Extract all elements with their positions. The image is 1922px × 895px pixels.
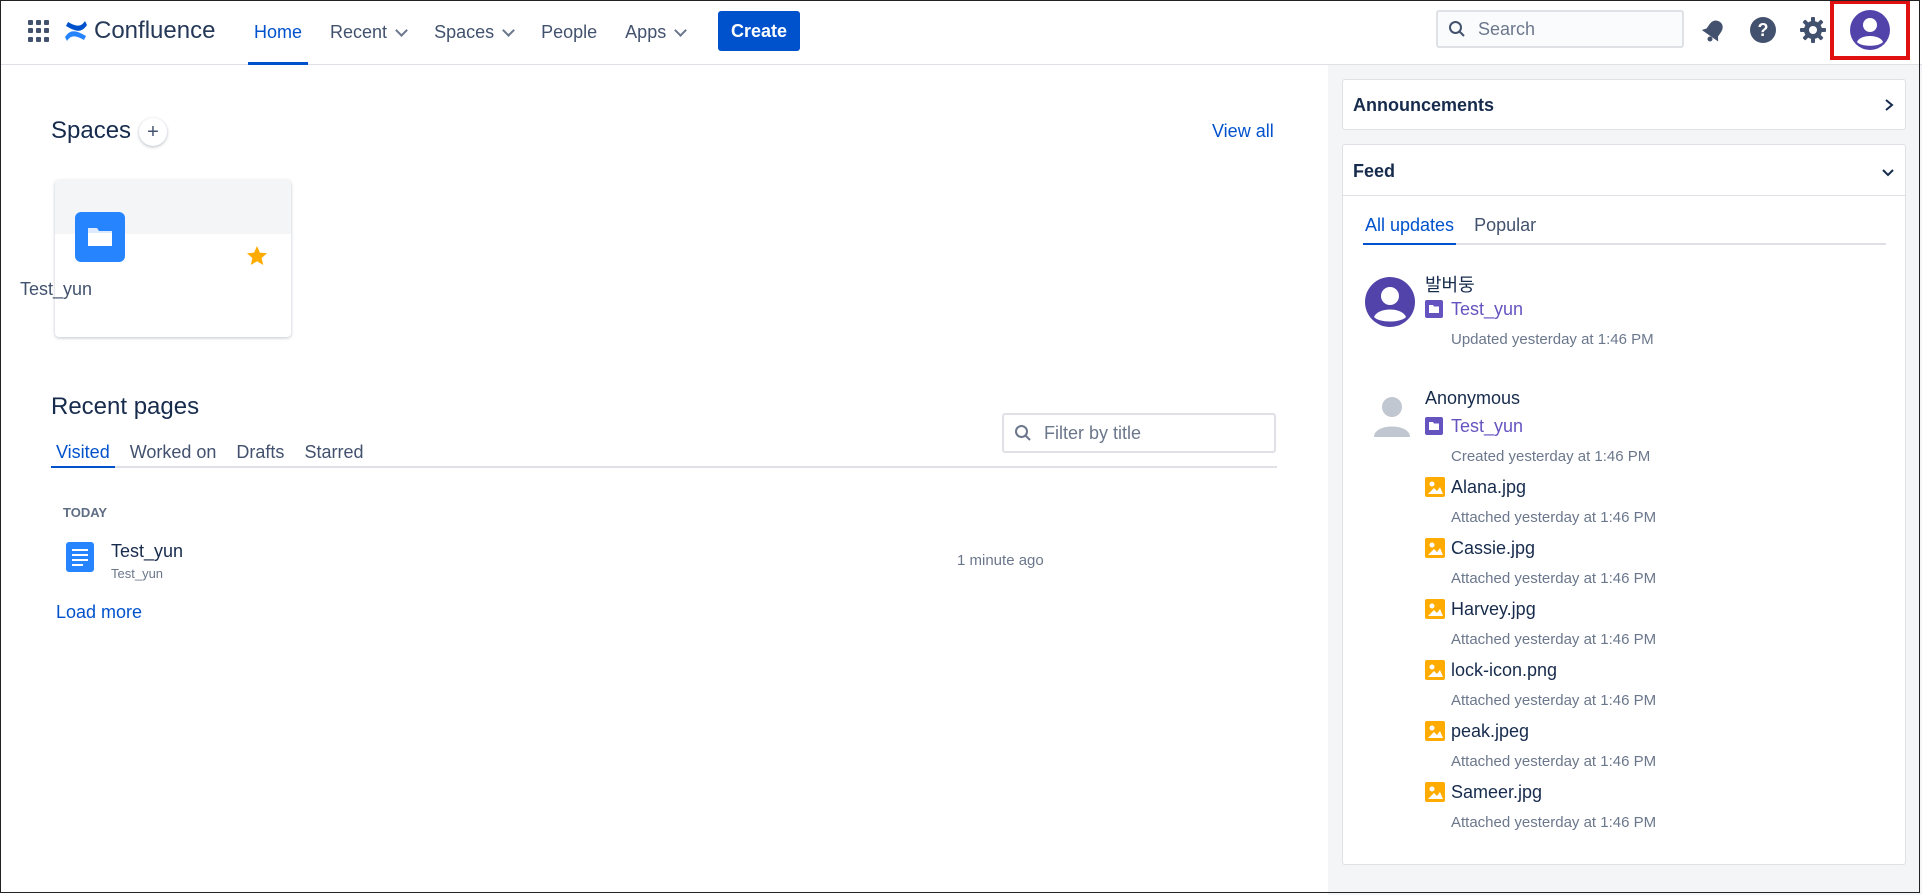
nav-apps-label: Apps [625,22,667,42]
group-label: TODAY [63,505,108,520]
nav-home-label: Home [254,22,303,42]
tab-drafts[interactable]: Drafts [231,442,289,466]
app-switcher-icon[interactable] [28,20,50,42]
right-sidebar: Announcements Feed All updates Popular 발… [1328,65,1922,895]
search-box[interactable] [1436,10,1684,48]
attachment-meta: Attached yesterday at 1:46 PM [1451,509,1657,526]
search-icon [1449,21,1465,37]
star-icon[interactable] [245,244,269,273]
feed-tabs: All updates Popular [1363,215,1886,245]
plus-icon: + [147,120,159,143]
create-button[interactable]: Create [718,11,800,51]
nav-apps[interactable]: Apps [619,0,691,65]
anonymous-user-icon [1374,397,1410,437]
attachment-item[interactable]: Cassie.jpg [1425,536,1535,560]
image-file-icon [1425,477,1445,497]
attachment-name[interactable]: peak.jpeg [1451,721,1529,742]
nav-spaces-label: Spaces [434,22,495,42]
attachment-meta: Attached yesterday at 1:46 PM [1451,753,1657,770]
primary-nav: Home Recent Spaces People Apps [248,0,707,65]
search-icon [1015,425,1031,441]
nav-spaces[interactable]: Spaces [428,0,519,65]
top-navigation: Confluence Home Recent Spaces People App… [0,0,1922,65]
main-content: Spaces + View all Test_yun Recent pages … [0,65,1328,895]
help-icon[interactable]: ? [1747,14,1779,46]
chevron-right-icon [1885,99,1894,111]
nav-recent[interactable]: Recent [324,0,412,65]
attachment-name[interactable]: lock-icon.png [1451,660,1557,681]
profile-avatar-button[interactable] [1830,0,1910,60]
attachment-meta: Attached yesterday at 1:46 PM [1451,814,1657,831]
image-file-icon [1425,599,1445,619]
feed-title: Feed [1353,161,1396,181]
recent-page-space: Test_yun [111,566,164,581]
chevron-down-icon [674,24,688,37]
tab-popular[interactable]: Popular [1472,215,1538,243]
space-card-name[interactable]: Test_yun [20,279,92,300]
attachment-meta: Attached yesterday at 1:46 PM [1451,570,1657,587]
announcements-title: Announcements [1353,95,1495,115]
nav-home[interactable]: Home [248,0,309,65]
feed-space-link[interactable]: Test_yun [1425,297,1523,321]
image-file-icon [1425,660,1445,680]
feed-user-name: Anonymous [1425,388,1521,408]
attachment-name[interactable]: Cassie.jpg [1451,538,1535,559]
recent-page-title[interactable]: Test_yun [111,541,183,562]
tab-all-updates[interactable]: All updates [1363,215,1457,245]
nav-people[interactable]: People [535,0,603,65]
recent-pages-heading: Recent pages [51,393,200,420]
feed-meta: Created yesterday at 1:46 PM [1451,448,1651,465]
chevron-down-icon[interactable] [1881,167,1895,179]
add-space-button[interactable]: + [139,118,167,146]
recent-pages-tabs: Visited Worked on Drafts Starred [51,442,1277,468]
feed-panel: Feed All updates Popular 발버둥 Test_yun Up… [1342,144,1906,865]
attachment-item[interactable]: Alana.jpg [1425,475,1526,499]
attachment-item[interactable]: peak.jpeg [1425,719,1529,743]
settings-gear-icon[interactable] [1797,14,1829,46]
chevron-down-icon [502,24,515,37]
attachment-name[interactable]: Alana.jpg [1451,477,1526,498]
attachment-item[interactable]: Sameer.jpg [1425,780,1542,804]
attachment-meta: Attached yesterday at 1:46 PM [1451,692,1657,709]
chevron-down-icon [395,24,408,37]
tab-visited[interactable]: Visited [51,442,115,468]
search-input[interactable] [1476,17,1670,41]
load-more-link[interactable]: Load more [56,602,142,623]
tab-starred[interactable]: Starred [299,442,368,466]
feed-meta: Updated yesterday at 1:46 PM [1451,331,1654,348]
attachment-name[interactable]: Sameer.jpg [1451,782,1542,803]
recent-page-row[interactable]: Test_yun Test_yun 1 minute ago [54,536,1054,584]
confluence-logo-icon [65,21,87,41]
attachment-item[interactable]: lock-icon.png [1425,658,1557,682]
announcements-panel[interactable]: Announcements [1342,79,1906,130]
document-icon [66,542,94,572]
svg-text:?: ? [1758,20,1769,40]
image-file-icon [1425,782,1445,802]
feed-space-name[interactable]: Test_yun [1451,299,1523,320]
app-name: Confluence [94,17,216,44]
recent-page-time: 1 minute ago [957,552,1044,569]
nav-recent-label: Recent [330,22,388,42]
tab-worked-on[interactable]: Worked on [125,442,222,466]
spaces-heading: Spaces [51,117,132,144]
user-avatar-icon[interactable] [1364,276,1416,328]
feed-space-name[interactable]: Test_yun [1451,416,1523,437]
feed-space-link[interactable]: Test_yun [1425,414,1523,438]
nav-people-label: People [541,22,598,42]
folder-icon [75,212,125,262]
image-file-icon [1425,721,1445,741]
space-icon [1425,417,1443,435]
feed-user-name[interactable]: 발버둥 [1425,271,1475,297]
view-all-spaces-link[interactable]: View all [1212,121,1274,142]
space-icon [1425,300,1443,318]
user-avatar-icon [1850,10,1890,50]
attachment-name[interactable]: Harvey.jpg [1451,599,1536,620]
attachment-meta: Attached yesterday at 1:46 PM [1451,631,1657,648]
confluence-logo[interactable]: Confluence [64,14,215,48]
attachment-item[interactable]: Harvey.jpg [1425,597,1536,621]
notifications-icon[interactable] [1698,14,1730,46]
image-file-icon [1425,538,1445,558]
